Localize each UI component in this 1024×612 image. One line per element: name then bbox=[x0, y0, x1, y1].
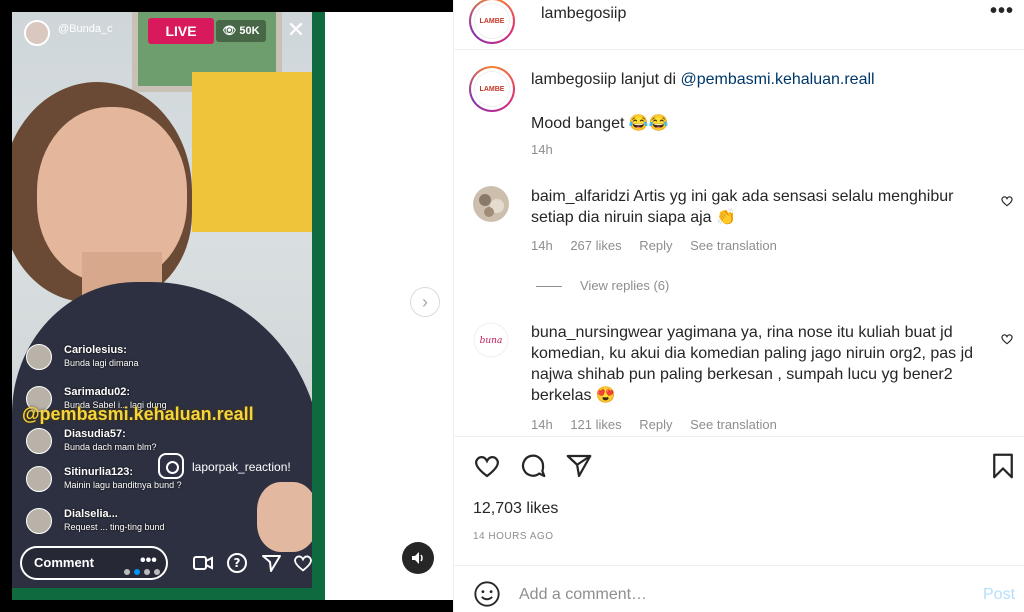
comment-username[interactable]: baim_alfaridzi bbox=[531, 188, 630, 205]
comment-meta: 14h 267 likes Reply See translation bbox=[531, 238, 791, 253]
comment-body: baim_alfaridzi Artis yg ini gak ada sens… bbox=[531, 186, 981, 228]
comment-translate[interactable]: See translation bbox=[690, 238, 777, 253]
like-icon[interactable] bbox=[472, 451, 502, 481]
profile-avatar-ring[interactable]: LAMBE bbox=[469, 0, 515, 44]
heart-icon[interactable] bbox=[292, 552, 312, 574]
comment-like-icon[interactable] bbox=[1000, 194, 1014, 211]
comment-like-icon[interactable] bbox=[1000, 332, 1014, 349]
caption-prefix: lanjut di bbox=[620, 71, 676, 88]
comment-time[interactable]: 14h bbox=[531, 238, 553, 253]
chat-text: Request ... ting-ting bund bbox=[64, 522, 165, 532]
chat-text: Bunda dach mam blm? bbox=[64, 442, 157, 452]
comment-meta: 14h 121 likes Reply See translation bbox=[531, 417, 791, 432]
caption-mention[interactable]: @pembasmi.kehaluan.reall bbox=[680, 71, 874, 88]
comment-avatar[interactable] bbox=[473, 186, 509, 222]
add-comment-input[interactable]: Add a comment… bbox=[519, 586, 647, 604]
post-timestamp[interactable]: 14 HOURS AGO bbox=[473, 531, 553, 542]
chat-username: Cariolesius: bbox=[64, 344, 127, 356]
live-video[interactable]: @Bunda_c LIVE 👁 50K ✕ Cariolesius: Bunda… bbox=[12, 12, 312, 588]
speaker-icon[interactable] bbox=[402, 542, 434, 574]
view-replies-label: View replies (6) bbox=[580, 278, 670, 293]
comment-icon[interactable] bbox=[518, 451, 548, 481]
share-icon[interactable] bbox=[260, 552, 282, 574]
live-header: @Bunda_c LIVE 👁 50K ✕ bbox=[12, 12, 312, 52]
comment-reply[interactable]: Reply bbox=[639, 238, 672, 253]
chat-avatar bbox=[26, 344, 52, 370]
comment-avatar[interactable]: buna bbox=[473, 322, 509, 358]
view-replies-line bbox=[536, 286, 562, 288]
view-replies-button[interactable]: View replies (6) bbox=[536, 278, 669, 293]
live-chat-item: Cariolesius: Bunda lagi dimana bbox=[26, 342, 266, 376]
post-header: LAMBE lambegosiip ••• bbox=[454, 0, 1024, 50]
comment-reply[interactable]: Reply bbox=[639, 417, 672, 432]
eye-icon: 👁 bbox=[222, 25, 240, 37]
comment-body: buna_nursingwear yagimana ya, rina nose … bbox=[531, 322, 981, 406]
chat-text: Bunda lagi dimana bbox=[64, 358, 139, 368]
live-username[interactable]: @Bunda_c bbox=[58, 23, 113, 35]
add-comment-bar: Add a comment… Post bbox=[454, 565, 1024, 612]
svg-text:buna: buna bbox=[480, 336, 503, 346]
carousel-dot bbox=[154, 569, 160, 575]
comment-translate[interactable]: See translation bbox=[690, 417, 777, 432]
post-panel: LAMBE lambegosiip ••• LAMBE lambegosiip … bbox=[453, 0, 1024, 612]
chat-username: Diasudia57: bbox=[64, 428, 126, 440]
profile-avatar: LAMBE bbox=[474, 3, 510, 39]
close-icon[interactable]: ✕ bbox=[284, 16, 308, 44]
caption-line: lambegosiip lanjut di @pembasmi.kehaluan… bbox=[531, 71, 875, 89]
caption-time[interactable]: 14h bbox=[531, 142, 553, 157]
bookmark-icon[interactable] bbox=[988, 451, 1018, 481]
carousel-dot-active bbox=[134, 569, 140, 575]
background-wall bbox=[192, 72, 312, 232]
caption-avatar: LAMBE bbox=[474, 71, 510, 107]
chevron-right-icon[interactable]: › bbox=[410, 287, 440, 317]
caption-avatar-ring[interactable]: LAMBE bbox=[469, 66, 515, 112]
emoji-icon[interactable] bbox=[473, 580, 501, 608]
carousel-dot bbox=[144, 569, 150, 575]
carousel-dots bbox=[124, 562, 184, 575]
comment-likes[interactable]: 121 likes bbox=[570, 417, 621, 432]
ig-watermark: laporpak_reaction! bbox=[158, 453, 308, 483]
watermark-text: @pembasmi.kehaluan.reall bbox=[22, 404, 254, 424]
live-avatar[interactable] bbox=[24, 20, 50, 46]
more-options-icon[interactable]: ••• bbox=[990, 0, 1014, 23]
share-icon[interactable] bbox=[564, 451, 594, 481]
comment-likes[interactable]: 267 likes bbox=[570, 238, 621, 253]
video-add-icon[interactable] bbox=[192, 552, 214, 574]
carousel-dot bbox=[124, 569, 130, 575]
question-icon[interactable]: ? bbox=[226, 552, 248, 574]
caption-username[interactable]: lambegosiip bbox=[531, 71, 616, 88]
post-actions bbox=[454, 436, 1024, 496]
post-username[interactable]: lambegosiip bbox=[541, 5, 626, 23]
comment-username[interactable]: buna_nursingwear bbox=[531, 324, 663, 341]
live-badge: LIVE bbox=[148, 18, 214, 44]
chat-username: Sarimadu02: bbox=[64, 386, 131, 398]
svg-text:?: ? bbox=[234, 556, 241, 570]
chat-avatar bbox=[26, 428, 52, 454]
likes-count[interactable]: 12,703 likes bbox=[473, 500, 558, 518]
chat-username: Dialselia... bbox=[64, 508, 118, 520]
ig-handle: laporpak_reaction! bbox=[192, 460, 291, 474]
live-chat-item: Dialselia... Request ... ting-ting bund bbox=[26, 506, 266, 540]
chat-avatar bbox=[26, 466, 52, 492]
caption-text: Mood banget 😂😂 bbox=[531, 115, 669, 132]
chat-avatar bbox=[26, 508, 52, 534]
chat-username: Sitinurlia123: bbox=[64, 466, 134, 478]
viewer-count-value: 50K bbox=[239, 25, 260, 37]
post-media[interactable]: @Bunda_c LIVE 👁 50K ✕ Cariolesius: Bunda… bbox=[0, 0, 453, 612]
viewer-count: 👁 50K bbox=[216, 20, 266, 42]
comment-time[interactable]: 14h bbox=[531, 417, 553, 432]
post-comment-button[interactable]: Post bbox=[983, 586, 1015, 604]
instagram-icon bbox=[158, 453, 184, 479]
